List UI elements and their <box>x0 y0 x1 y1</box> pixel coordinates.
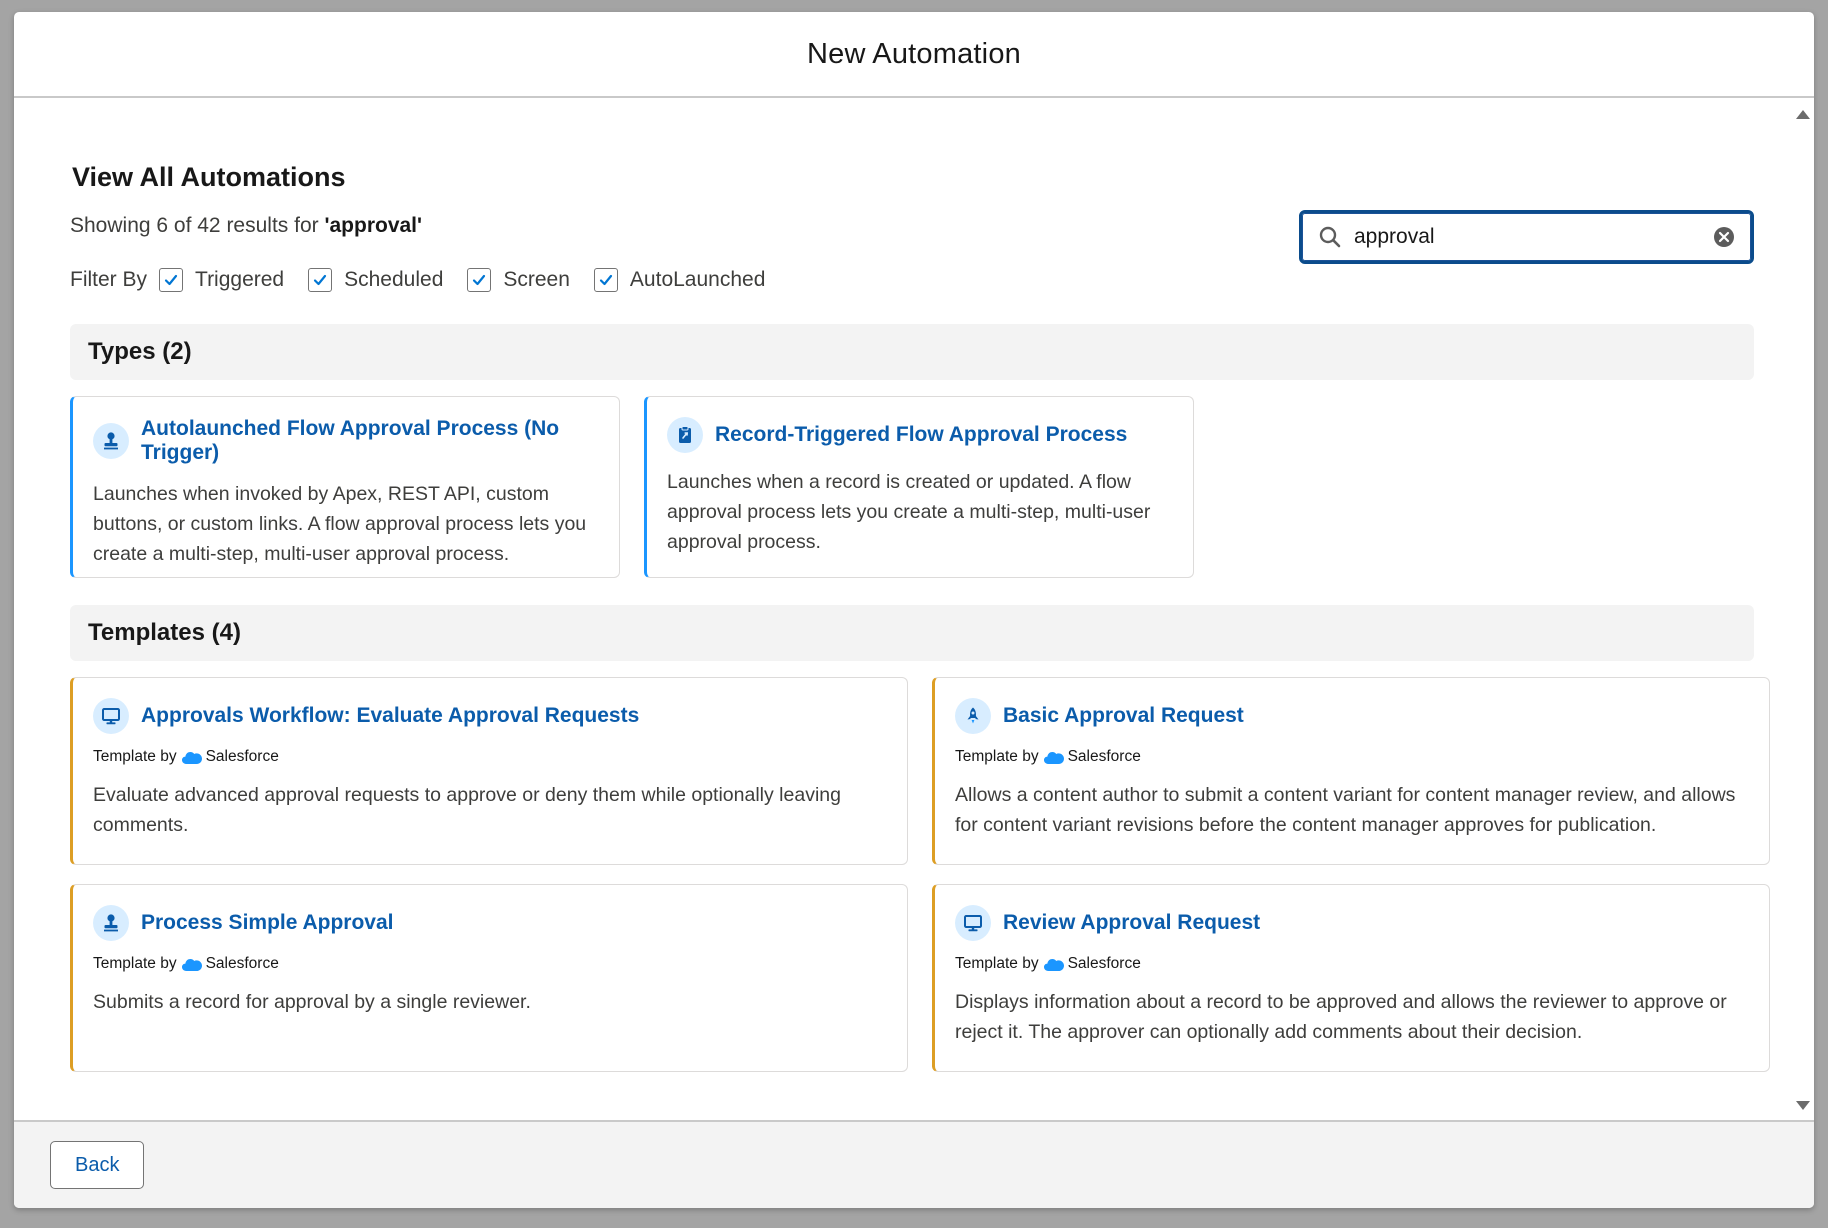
template-vendor: Salesforce <box>205 748 279 765</box>
card-header: Approvals Workflow: Evaluate Approval Re… <box>93 698 887 734</box>
template-vendor: Salesforce <box>205 955 279 972</box>
results-query: 'approval' <box>324 214 422 237</box>
card-header: Process Simple Approval <box>93 905 887 941</box>
filter-screen-label: Screen <box>503 268 570 291</box>
card-title[interactable]: Approvals Workflow: Evaluate Approval Re… <box>141 704 639 728</box>
modal-title: New Automation <box>807 37 1021 70</box>
check-icon <box>473 274 486 286</box>
card-title[interactable]: Basic Approval Request <box>1003 704 1244 728</box>
card-header: Basic Approval Request <box>955 698 1749 734</box>
salesforce-cloud-icon <box>181 751 202 764</box>
template-by-label: Template by <box>955 955 1039 972</box>
template-card-approvals-workflow[interactable]: Approvals Workflow: Evaluate Approval Re… <box>70 677 908 865</box>
card-title[interactable]: Process Simple Approval <box>141 911 393 935</box>
filter-scheduled[interactable]: Scheduled <box>308 268 443 292</box>
scroll-down-arrow-icon[interactable] <box>1796 1101 1810 1110</box>
monitor-icon <box>93 698 129 734</box>
card-description: Displays information about a record to b… <box>955 991 1727 1043</box>
stamp-icon <box>93 905 129 941</box>
card-title[interactable]: Review Approval Request <box>1003 911 1260 935</box>
card-title[interactable]: Autolaunched Flow Approval Process (No T… <box>141 417 599 465</box>
template-by-label: Template by <box>955 748 1039 765</box>
type-card-autolaunched-approval[interactable]: Autolaunched Flow Approval Process (No T… <box>70 396 620 578</box>
search-box[interactable] <box>1299 210 1754 264</box>
checkbox-autolaunched[interactable] <box>593 268 618 292</box>
template-by-label: Template by <box>93 748 177 765</box>
check-icon <box>599 274 613 286</box>
checkbox-triggered[interactable] <box>159 268 184 292</box>
card-description: Submits a record for approval by a singl… <box>93 991 531 1013</box>
filter-autolaunched[interactable]: AutoLaunched <box>593 268 766 292</box>
card-description: Launches when invoked by Apex, REST API,… <box>93 483 587 565</box>
template-card-process-simple-approval[interactable]: Process Simple Approval Template by Sale… <box>70 884 908 1072</box>
modal-footer: Back <box>14 1120 1814 1208</box>
card-header: Autolaunched Flow Approval Process (No T… <box>93 417 599 465</box>
card-description: Allows a content author to submit a cont… <box>955 784 1736 836</box>
filter-screen[interactable]: Screen <box>467 268 570 292</box>
card-description: Evaluate advanced approval requests to a… <box>93 784 841 836</box>
results-summary: Showing 6 of 42 results for 'approval' <box>70 214 422 238</box>
search-input[interactable] <box>1354 225 1713 249</box>
filter-triggered[interactable]: Triggered <box>159 268 284 292</box>
checkbox-screen[interactable] <box>467 268 492 292</box>
types-group-header: Types (2) <box>70 324 1754 380</box>
filter-label: Filter By <box>70 268 148 291</box>
back-button[interactable]: Back <box>50 1141 145 1189</box>
scroll-up-arrow-icon[interactable] <box>1796 110 1810 119</box>
checkbox-scheduled[interactable] <box>308 268 333 292</box>
results-prefix: Showing 6 of 42 results for <box>70 214 325 237</box>
clipboard-icon <box>667 417 703 453</box>
type-card-record-triggered-approval[interactable]: Record-Triggered Flow Approval Process L… <box>644 396 1194 578</box>
filter-scheduled-label: Scheduled <box>344 268 444 291</box>
filter-row: Filter By Triggered Scheduled Screen Aut… <box>70 268 789 292</box>
template-by-label: Template by <box>93 955 177 972</box>
template-vendor: Salesforce <box>1067 748 1141 765</box>
card-description: Launches when a record is created or upd… <box>667 471 1151 553</box>
template-card-basic-approval-request[interactable]: Basic Approval Request Template by Sales… <box>932 677 1770 865</box>
salesforce-cloud-icon <box>1043 751 1064 764</box>
template-byline: Template by Salesforce <box>93 955 887 973</box>
search-icon <box>1319 226 1341 248</box>
vertical-scrollbar[interactable] <box>1790 100 1814 1120</box>
clear-icon[interactable] <box>1713 226 1735 248</box>
salesforce-cloud-icon <box>1043 958 1064 971</box>
card-title[interactable]: Record-Triggered Flow Approval Process <box>715 423 1127 447</box>
templates-group-header: Templates (4) <box>70 605 1754 661</box>
card-header: Review Approval Request <box>955 905 1749 941</box>
stamp-icon <box>93 423 129 459</box>
check-icon <box>314 274 327 286</box>
template-byline: Template by Salesforce <box>955 748 1749 766</box>
modal-body[interactable]: View All Automations Showing 6 of 42 res… <box>14 100 1814 1120</box>
card-header: Record-Triggered Flow Approval Process <box>667 417 1173 453</box>
page-heading: View All Automations <box>72 162 346 192</box>
filter-autolaunched-label: AutoLaunched <box>629 268 766 291</box>
rocket-icon <box>955 698 991 734</box>
filter-triggered-label: Triggered <box>195 268 285 291</box>
template-byline: Template by Salesforce <box>93 748 887 766</box>
monitor-icon <box>955 905 991 941</box>
salesforce-cloud-icon <box>181 958 202 971</box>
modal-header: New Automation <box>14 12 1814 98</box>
template-byline: Template by Salesforce <box>955 955 1749 973</box>
template-vendor: Salesforce <box>1067 955 1141 972</box>
check-icon <box>164 274 178 286</box>
template-card-review-approval-request[interactable]: Review Approval Request Template by Sale… <box>932 884 1770 1072</box>
new-automation-modal: New Automation View All Automations Show… <box>14 12 1814 1208</box>
